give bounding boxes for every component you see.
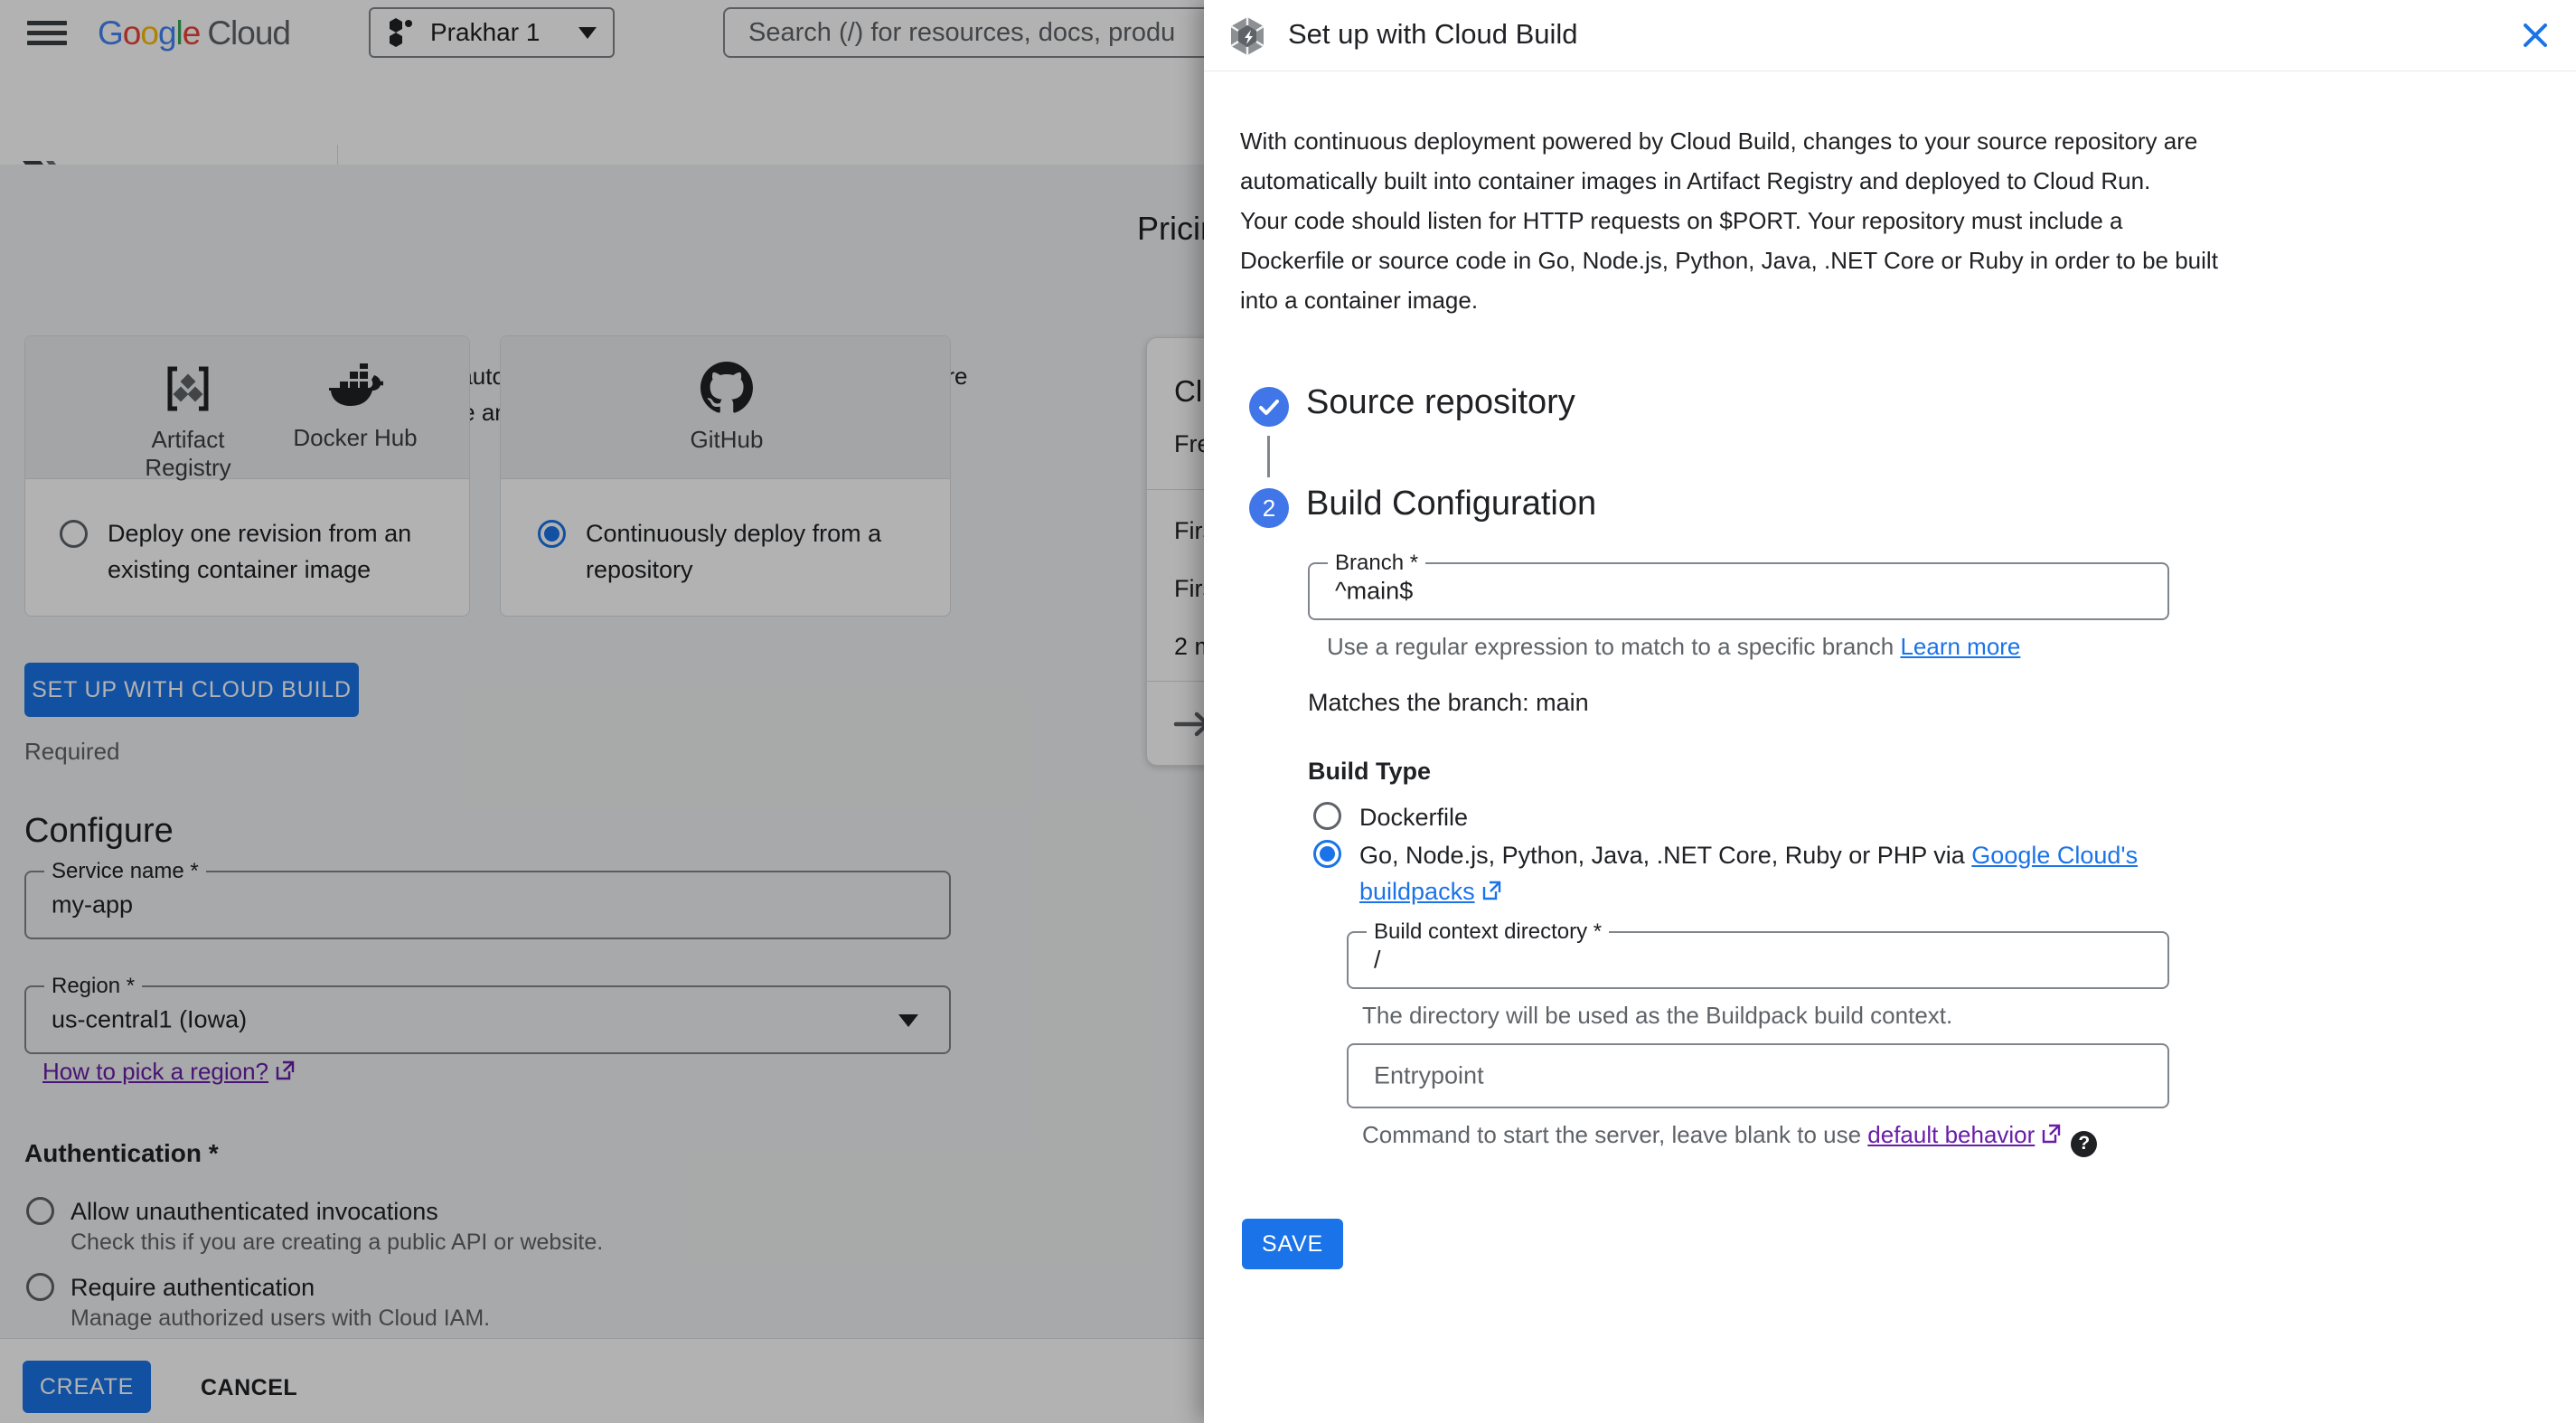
radio-label: Go, Node.js, Python, Java, .NET Core, Ru… xyxy=(1359,842,2139,905)
external-link-icon xyxy=(1482,881,1500,900)
build-type-dockerfile[interactable]: Dockerfile xyxy=(1313,799,1468,835)
learn-more-link[interactable]: Learn more xyxy=(1900,633,2020,660)
matches-branch-text: Matches the branch: main xyxy=(1308,689,1589,716)
check-icon xyxy=(1259,400,1279,415)
field-placeholder: Entrypoint xyxy=(1374,1061,1484,1089)
intro-paragraph-2: Your code should listen for HTTP request… xyxy=(1240,207,2218,314)
step1-completed-badge xyxy=(1249,387,1289,427)
cloud-build-icon xyxy=(1230,17,1264,55)
build-type-buildpacks[interactable]: Go, Node.js, Python, Java, .NET Core, Ru… xyxy=(1313,837,2209,909)
panel-intro: With continuous deployment powered by Cl… xyxy=(1240,121,2225,320)
step2-number: 2 xyxy=(1262,494,1276,522)
branch-field[interactable]: Branch * ^main$ xyxy=(1308,551,2169,620)
radio-label: Dockerfile xyxy=(1359,804,1469,831)
build-type-heading: Build Type xyxy=(1308,758,1432,785)
step-connector xyxy=(1267,436,1270,477)
cloud-build-panel: Set up with Cloud Build With continuous … xyxy=(1204,0,2576,1423)
external-link-icon xyxy=(2043,1124,2061,1144)
close-icon[interactable] xyxy=(2518,18,2552,52)
google-cloud-console: Google Cloud Prakhar 1 Search (/) for res… xyxy=(0,0,2576,1423)
radio-selected-icon[interactable] xyxy=(1313,840,1341,868)
branch-helper: Use a regular expression to match to a s… xyxy=(1327,633,2021,660)
modal-scrim[interactable] xyxy=(0,0,1204,1423)
save-button[interactable]: SAVE xyxy=(1242,1219,1343,1269)
radio-unselected-icon[interactable] xyxy=(1313,802,1341,830)
field-value: ^main$ xyxy=(1335,577,1414,605)
field-label: Build context directory * xyxy=(1367,919,1610,945)
entrypoint-field[interactable]: Entrypoint xyxy=(1347,1043,2169,1108)
panel-title: Set up with Cloud Build xyxy=(1288,18,1578,50)
default-behavior-link[interactable]: default behavior xyxy=(1867,1121,2035,1148)
entrypoint-helper: Command to start the server, leave blank… xyxy=(1362,1121,2098,1157)
question-icon[interactable]: ? xyxy=(2071,1130,2098,1157)
build-context-field[interactable]: Build context directory * / xyxy=(1347,919,2169,989)
field-label: Branch * xyxy=(1328,551,1426,576)
context-helper: The directory will be used as the Buildp… xyxy=(1362,1002,1953,1029)
step1-heading[interactable]: Source repository xyxy=(1306,383,1575,422)
field-value: / xyxy=(1374,946,1381,974)
intro-paragraph-1: With continuous deployment powered by Cl… xyxy=(1240,127,2198,194)
step2-badge: 2 xyxy=(1249,488,1289,528)
panel-header: Set up with Cloud Build xyxy=(1204,0,2576,71)
step2-heading[interactable]: Build Configuration xyxy=(1306,485,1596,523)
